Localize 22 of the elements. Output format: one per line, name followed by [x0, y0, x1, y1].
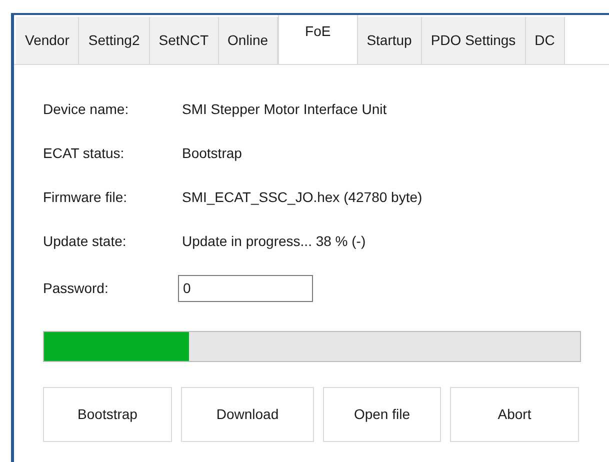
field-label: Firmware file: — [43, 188, 128, 206]
action-button[interactable]: Download — [181, 387, 314, 442]
field-label: ECAT status: — [43, 144, 126, 162]
tab[interactable]: Setting2 — [79, 17, 150, 64]
field-label: Password: — [43, 278, 110, 298]
tab[interactable]: Online — [218, 17, 278, 64]
tab[interactable]: DC — [526, 17, 565, 64]
tab[interactable]: FoE — [278, 15, 358, 64]
tab[interactable]: Vendor — [16, 17, 80, 64]
action-button[interactable]: Abort — [450, 387, 579, 442]
tab[interactable]: Startup — [358, 17, 422, 64]
tab[interactable]: PDO Settings — [422, 17, 526, 64]
field-value: Bootstrap — [182, 144, 242, 163]
field-label: Update state: — [43, 232, 128, 251]
password-field[interactable]: 0 — [178, 274, 313, 302]
action-button[interactable]: Open file — [323, 387, 441, 442]
action-button[interactable]: Bootstrap — [43, 387, 172, 442]
field-value: SMI Stepper Motor Interface Unit — [182, 100, 387, 119]
field-value: SMI_ECAT_SSC_JO.hex (42780 byte) — [182, 188, 422, 207]
field-label: Device name: — [43, 100, 130, 118]
field-value: Update in progress... 38 % (-) — [182, 232, 366, 251]
tab[interactable]: SetNCT — [150, 17, 219, 64]
